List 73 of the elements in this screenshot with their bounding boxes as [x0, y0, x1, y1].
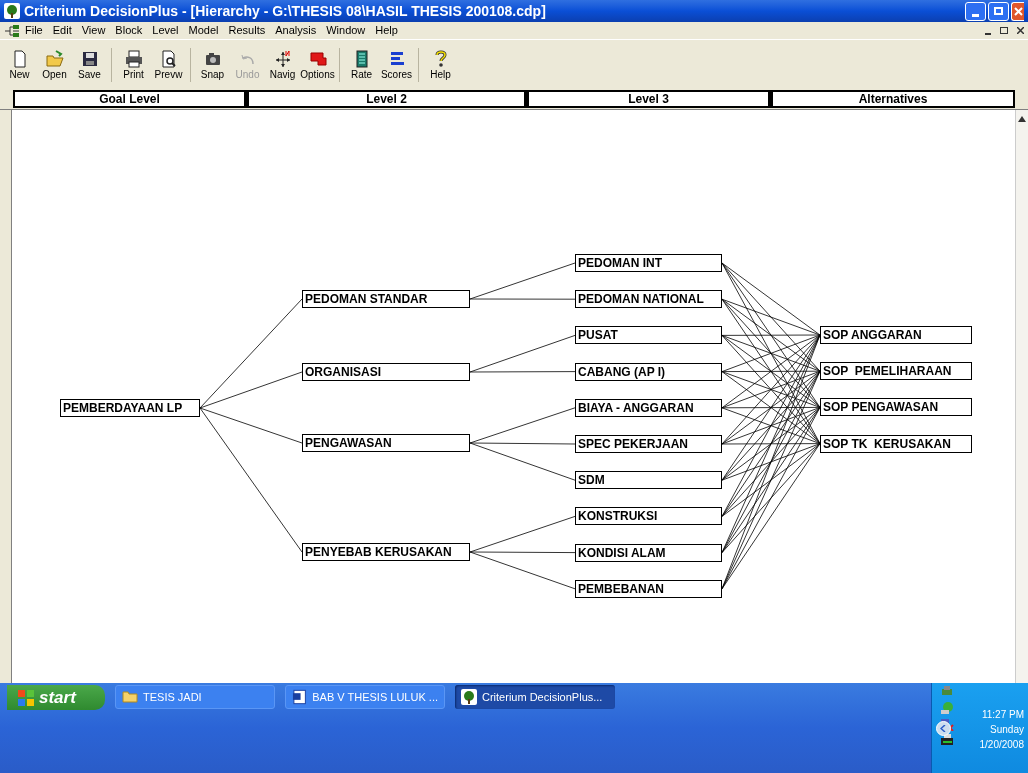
- hierarchy-node[interactable]: ORGANISASI: [302, 363, 470, 381]
- minimize-button[interactable]: [965, 1, 986, 21]
- close-icon: [1013, 6, 1023, 16]
- hierarchy-icon: [4, 24, 20, 37]
- chevron-left-icon: [940, 725, 947, 732]
- scroll-up-icon: [1018, 116, 1026, 122]
- menu-item[interactable]: Help: [370, 22, 403, 39]
- menu-item[interactable]: Edit: [47, 22, 77, 39]
- printer-icon: [940, 733, 954, 747]
- toolbar-button[interactable]: Snap: [195, 49, 230, 80]
- document-icon: [292, 689, 308, 705]
- menu-item[interactable]: Analysis: [270, 22, 322, 39]
- toolbar-button[interactable]: Save: [72, 49, 107, 80]
- windows-logo-icon: [17, 688, 35, 707]
- compass-arrows-icon: [273, 49, 292, 68]
- hierarchy-node[interactable]: PEMBERDAYAAN LP: [60, 399, 200, 417]
- folder-icon: [122, 689, 138, 705]
- hierarchy-node[interactable]: CABANG (AP I): [575, 362, 722, 381]
- menu-item[interactable]: Block: [110, 22, 148, 39]
- toolbar-button[interactable]: Open: [37, 49, 72, 80]
- app-icon: [461, 689, 477, 705]
- clock-date: 1/20/2008: [979, 738, 1024, 752]
- hierarchy-node[interactable]: PENYEBAB KERUSAKAN: [302, 543, 470, 561]
- hierarchy-node[interactable]: BIAYA - ANGGARAN: [575, 398, 722, 417]
- taskbar-button[interactable]: TESIS JADI: [115, 685, 275, 709]
- menu-item[interactable]: Results: [223, 22, 271, 39]
- hierarchy-node[interactable]: PEDOMAN STANDAR: [302, 290, 470, 308]
- menu-item[interactable]: Level: [147, 22, 184, 39]
- app-icon: [4, 3, 20, 19]
- flag-icon: [308, 49, 327, 68]
- restore-button[interactable]: [988, 1, 1009, 21]
- page-magnifier-icon: [159, 49, 178, 68]
- toolbar-button[interactable]: Navig: [265, 49, 300, 80]
- level-header: Goal Level: [13, 90, 246, 108]
- clock-day: Sunday: [990, 722, 1024, 737]
- hierarchy-node[interactable]: SOP PEMELIHARAAN: [820, 362, 972, 381]
- menu-item[interactable]: View: [76, 22, 111, 39]
- folder-icon: [45, 49, 64, 68]
- hierarchy-node[interactable]: SDM: [575, 471, 722, 490]
- level-header: Alternatives: [770, 90, 1015, 108]
- toolbar-button[interactable]: Rate: [344, 49, 379, 80]
- hierarchy-node[interactable]: SPEC PEKERJAAN: [575, 435, 722, 453]
- window-title: Criterium DecisionPlus - [Hierarchy - G:\THESIS 08\HASIL THESIS 200108.cdp]: [24, 1, 546, 21]
- toolbar-button[interactable]: Print: [116, 49, 151, 80]
- scrollbar[interactable]: [1015, 110, 1028, 683]
- toolbar-button[interactable]: Options: [300, 49, 335, 80]
- hierarchy-node[interactable]: PEDOMAN INT: [575, 254, 722, 272]
- hierarchy-node[interactable]: SOP TK KERUSAKAN: [820, 434, 972, 453]
- toolbar-button[interactable]: Help: [423, 49, 458, 80]
- hierarchy-node[interactable]: PEDOMAN NATIONAL: [575, 290, 722, 309]
- hierarchy-node[interactable]: SOP ANGGARAN: [820, 326, 972, 344]
- close-icon: [1016, 27, 1024, 34]
- taskbar-button[interactable]: Criterium DecisionPlus...: [455, 685, 615, 709]
- network-check-icon: [940, 701, 954, 715]
- hierarchy-node[interactable]: PEMBEBANAN: [575, 579, 722, 598]
- clock-time: 11:27 PM: [981, 708, 1024, 722]
- level-header: Level 2: [246, 90, 526, 108]
- printer-icon: [124, 49, 143, 68]
- hierarchy-node[interactable]: KONSTRUKSI: [575, 507, 722, 526]
- hierarchy-node[interactable]: KONDISI ALAM: [575, 543, 722, 562]
- toolbar-button[interactable]: Prevw: [151, 49, 186, 80]
- taskbar-button[interactable]: BAB V THESIS LULUK ...: [285, 685, 445, 709]
- hierarchy-node[interactable]: PUSAT: [575, 326, 722, 345]
- hierarchy-node[interactable]: SOP PENGAWASAN: [820, 398, 972, 417]
- toolbar-button[interactable]: Scores: [379, 49, 414, 80]
- menu-item[interactable]: File: [20, 22, 48, 39]
- menu-item[interactable]: Window: [321, 22, 371, 39]
- toolbar-button[interactable]: New: [2, 49, 37, 80]
- hierarchy-node[interactable]: PENGAWASAN: [302, 434, 470, 452]
- level-header: Level 3: [526, 90, 770, 108]
- close-button[interactable]: [1011, 1, 1024, 21]
- menu-item[interactable]: Model: [183, 22, 224, 39]
- start-button[interactable]: start: [7, 685, 105, 710]
